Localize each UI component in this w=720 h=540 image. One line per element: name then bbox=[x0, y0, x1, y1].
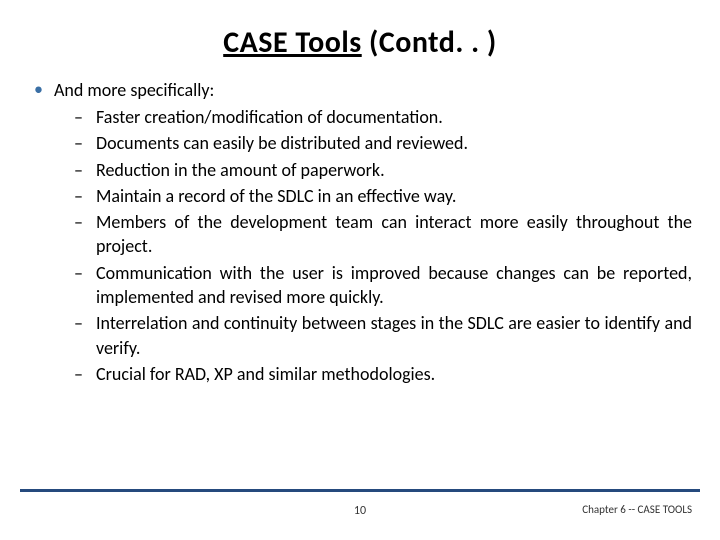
list-item: Interrelation and continuity between sta… bbox=[74, 311, 692, 360]
footer-divider bbox=[20, 489, 700, 492]
list-item: Faster creation/modification of document… bbox=[74, 105, 692, 129]
title-main: CASE Tools bbox=[223, 24, 362, 61]
lead-text: And more specifically: bbox=[54, 79, 214, 101]
list-item: Reduction in the amount of paperwork. bbox=[74, 158, 692, 182]
title-suffix: (Contd. . ) bbox=[362, 24, 497, 61]
list-item: Maintain a record of the SDLC in an effe… bbox=[74, 184, 692, 208]
list-item: Crucial for RAD, XP and similar methodol… bbox=[74, 362, 692, 386]
list-item: Documents can easily be distributed and … bbox=[74, 131, 692, 155]
slide: CASE Tools (Contd. . ) And more specific… bbox=[0, 0, 720, 540]
inner-list: Faster creation/modification of document… bbox=[54, 105, 692, 386]
slide-title: CASE Tools (Contd. . ) bbox=[28, 24, 692, 61]
chapter-label: Chapter 6 -- CASE TOOLS bbox=[582, 503, 692, 516]
lead-item: And more specifically: Faster creation/m… bbox=[32, 79, 692, 386]
list-item: Members of the development team can inte… bbox=[74, 210, 692, 259]
list-item: Communication with the user is improved … bbox=[74, 261, 692, 310]
outer-list: And more specifically: Faster creation/m… bbox=[28, 79, 692, 386]
